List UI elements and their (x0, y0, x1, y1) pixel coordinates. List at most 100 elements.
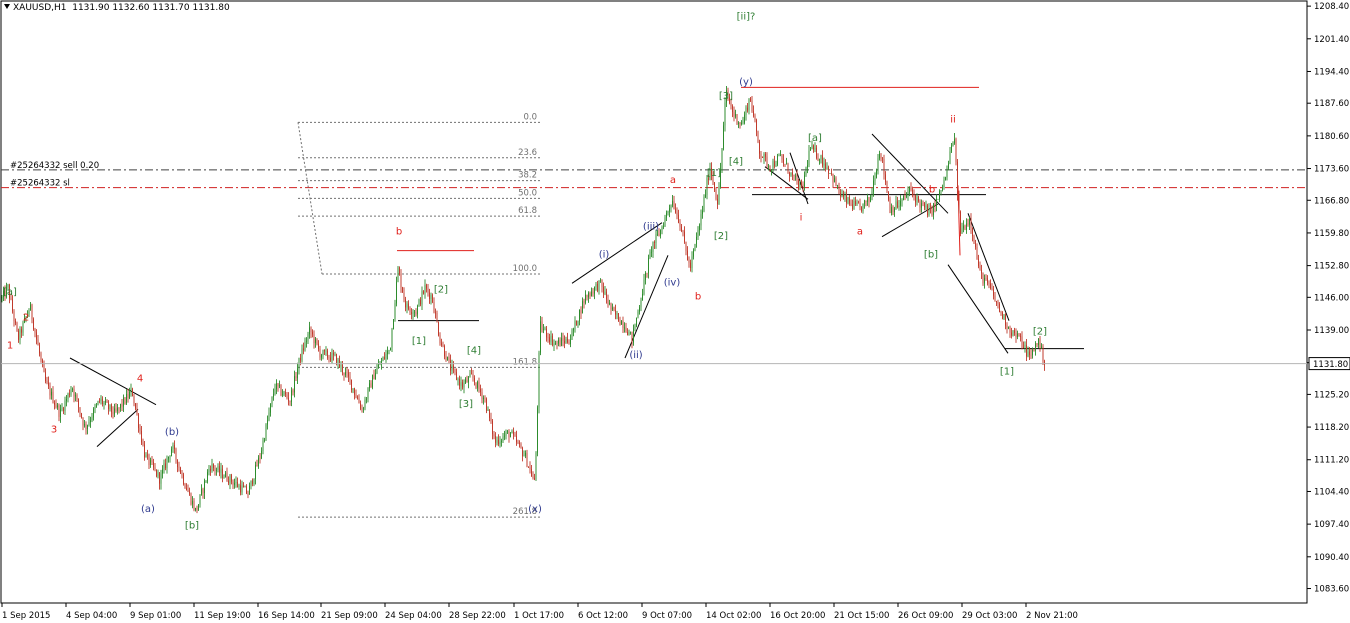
candle-body (474, 378, 475, 383)
candle-body (690, 262, 691, 269)
candle-body (84, 424, 85, 426)
y-tick-label: 1173.60 (1314, 165, 1349, 175)
candle-body (256, 465, 258, 467)
candle-body (546, 328, 547, 338)
candle-body (798, 180, 799, 189)
candle-body (219, 466, 220, 473)
candle-body (396, 281, 397, 304)
candle-body (771, 169, 772, 171)
chevron-down-icon[interactable] (4, 4, 10, 9)
candle-body (462, 382, 463, 388)
candle-body (184, 484, 186, 489)
candle-body (111, 404, 112, 412)
candle-body (634, 326, 636, 329)
candle-body (69, 393, 70, 395)
candle-body (609, 302, 610, 304)
candle-body (783, 159, 784, 164)
y-tick-label: 1152.80 (1314, 262, 1349, 272)
price-axis: 1208.40 1201.40 1194.40 1187.60 1180.60 1173.… (1307, 2, 1349, 595)
price-tag-label: 1131.80 (1313, 360, 1348, 370)
candle-body (523, 455, 525, 457)
candle-body (181, 473, 183, 475)
candle-body (123, 397, 124, 407)
wave-label: [4] (467, 345, 481, 356)
candle-body (1024, 344, 1026, 348)
candle-body (799, 183, 801, 189)
candle-body (499, 441, 501, 445)
chart-window[interactable]: #25264332 sell 0.20 #25264332 sl 0.0 23.6 3… (0, 0, 1350, 623)
candle-body (621, 321, 622, 325)
fib-level-label: 38.2 (518, 171, 537, 181)
candle-body (513, 431, 514, 435)
candle-body (607, 299, 609, 304)
candle-body (895, 201, 897, 209)
candle-body (573, 329, 574, 331)
candle-body (255, 465, 256, 480)
candle-body (397, 267, 399, 282)
candle-body (291, 390, 292, 402)
wave-label: [2] (714, 231, 728, 242)
candle-body (151, 460, 153, 463)
wave-label: [1] (707, 168, 721, 179)
candle-body (300, 357, 301, 361)
candle-body (63, 408, 64, 411)
candle-body (795, 175, 796, 177)
price-chart[interactable]: #25264332 sell 0.20 #25264332 sl 0.0 23.6 3… (0, 0, 1350, 623)
candle-body (459, 379, 460, 386)
candle-body (756, 120, 757, 132)
candle-body (108, 402, 109, 409)
candle-body (619, 321, 621, 325)
candle-body (486, 398, 487, 411)
candle-body (283, 392, 285, 395)
candle-body (157, 472, 159, 477)
candle-body (481, 392, 483, 400)
candle-body (724, 102, 726, 126)
candle-body (550, 335, 552, 342)
candle-body (243, 485, 244, 488)
candle-body (820, 155, 822, 160)
candle-body (331, 353, 333, 361)
candle-body (324, 349, 325, 352)
candle-body (540, 321, 541, 353)
candle-body (855, 201, 856, 205)
candle-body (829, 173, 831, 174)
candle-body (345, 372, 346, 375)
candle-body (429, 292, 430, 299)
candle-body (321, 355, 322, 358)
candle-body (340, 364, 342, 367)
candle-body (559, 339, 561, 346)
candle-body (765, 153, 766, 157)
candle-body (693, 250, 694, 257)
candle-body (12, 299, 13, 312)
candle-body (912, 189, 913, 194)
candle-body (790, 172, 792, 176)
candle-body (484, 397, 486, 399)
candle-body (1000, 311, 1002, 313)
candle-body (148, 454, 150, 465)
candle-body (273, 393, 274, 398)
candle-body (667, 211, 669, 213)
candle-body (220, 468, 222, 473)
candle-body (438, 322, 439, 336)
candle-body (231, 475, 232, 482)
candle-body (706, 178, 708, 195)
candle-body (432, 295, 433, 303)
candle-body (153, 462, 154, 468)
candle-body (435, 312, 436, 314)
candle-body (141, 430, 142, 443)
fib-level-label: 23.6 (518, 148, 537, 158)
candle-body (754, 115, 756, 121)
candle-body (142, 442, 144, 445)
candle-body (663, 226, 664, 228)
candle-body (763, 153, 765, 158)
candle-body (411, 312, 412, 314)
candle-body (136, 408, 138, 415)
candle-body (976, 247, 978, 259)
candle-body (649, 251, 651, 258)
candle-body (933, 203, 934, 215)
candle-body (675, 209, 676, 213)
candle-body (672, 200, 673, 206)
candle-body (118, 407, 120, 409)
candle-body (645, 272, 646, 280)
candle-body (139, 428, 141, 431)
